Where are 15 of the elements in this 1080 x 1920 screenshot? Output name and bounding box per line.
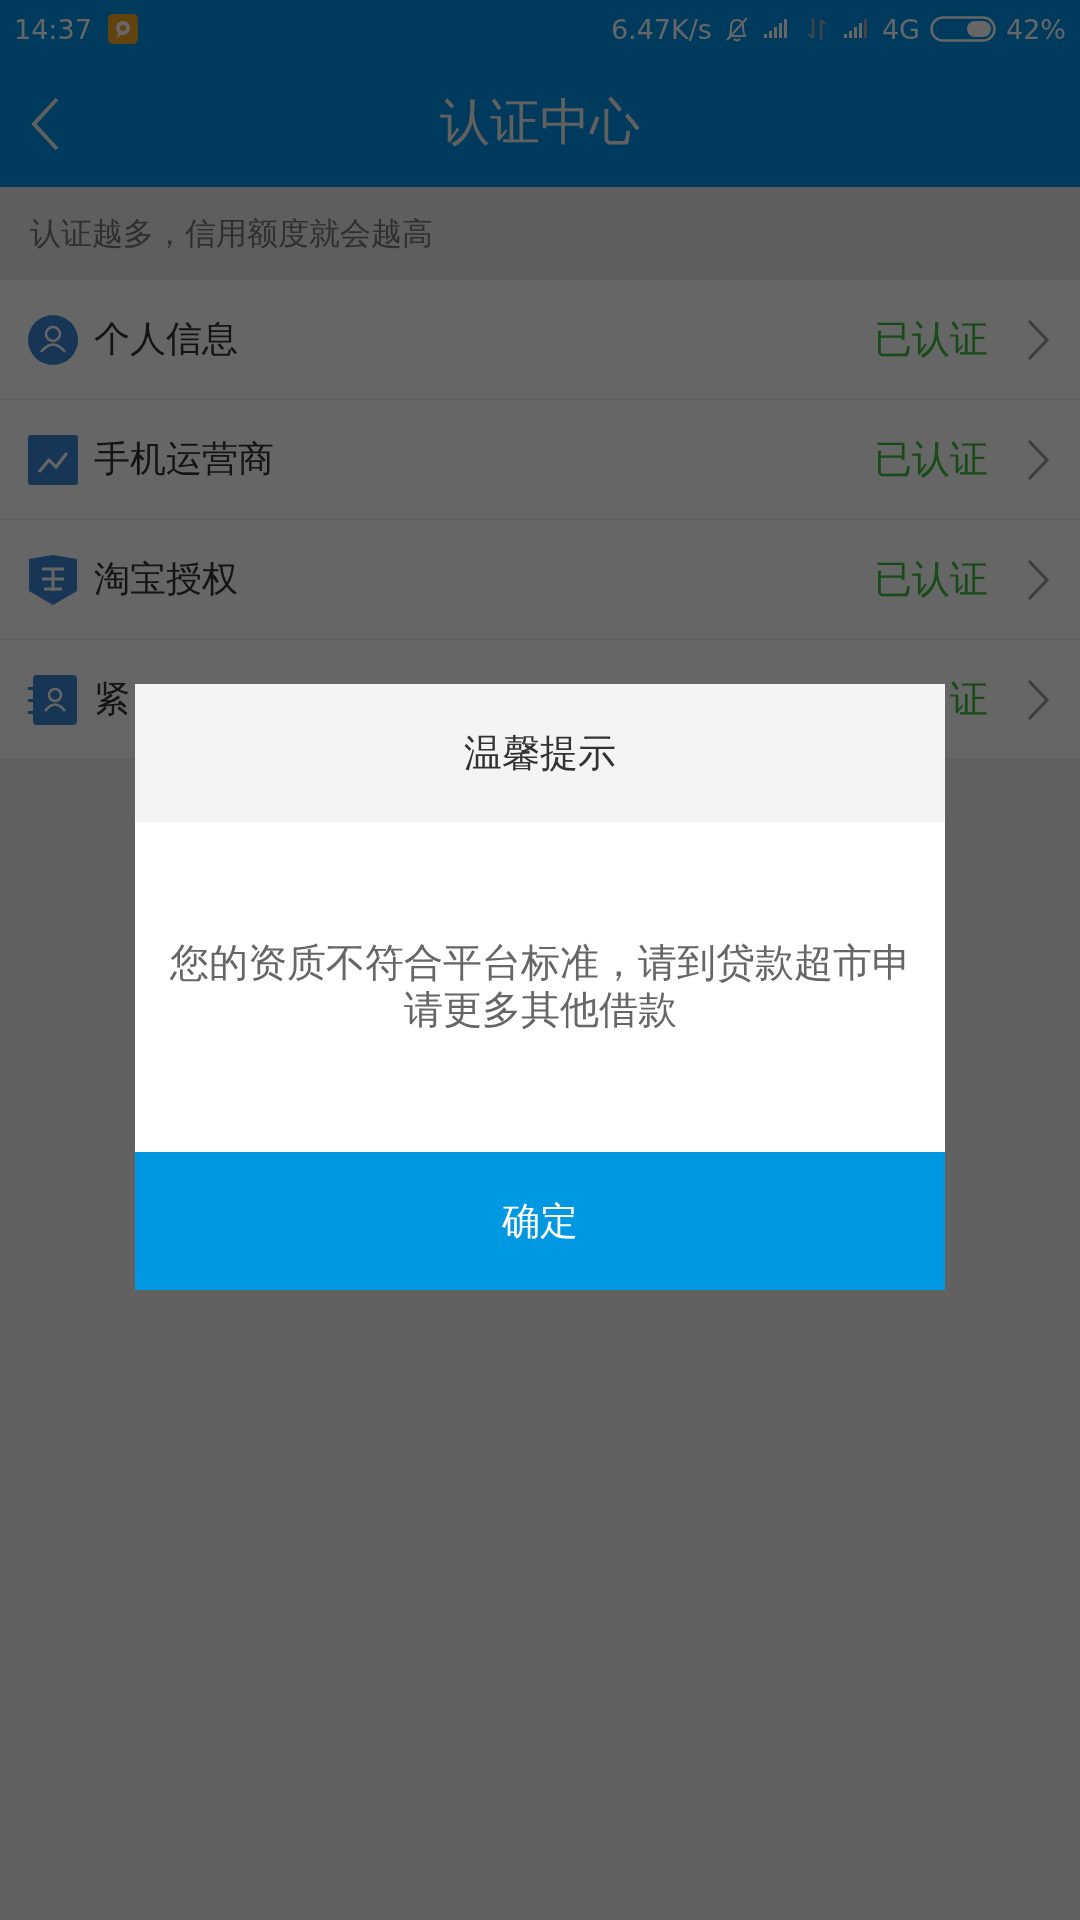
- item-label: 紧: [94, 677, 131, 721]
- page-title: 认证中心: [440, 92, 640, 153]
- verified-status: 已认证: [874, 436, 988, 483]
- network-speed: 6.47K/s: [610, 13, 712, 45]
- item-label: 淘宝授权: [94, 557, 239, 601]
- item-label: 个人信息: [94, 317, 239, 361]
- verified-status: 证: [950, 676, 988, 723]
- dialog-title: 温馨提示: [464, 729, 616, 777]
- network-type: 4G: [881, 13, 920, 45]
- verified-status: 已认证: [874, 556, 988, 603]
- battery-level: 42%: [1006, 13, 1066, 45]
- status-time: 14:37: [14, 13, 92, 45]
- item-label: 手机运营商: [94, 437, 275, 481]
- verified-status: 已认证: [874, 316, 988, 363]
- dialog-message: 您的资质不符合平台标准，请到贷款超市申请更多其他借款: [168, 940, 912, 1034]
